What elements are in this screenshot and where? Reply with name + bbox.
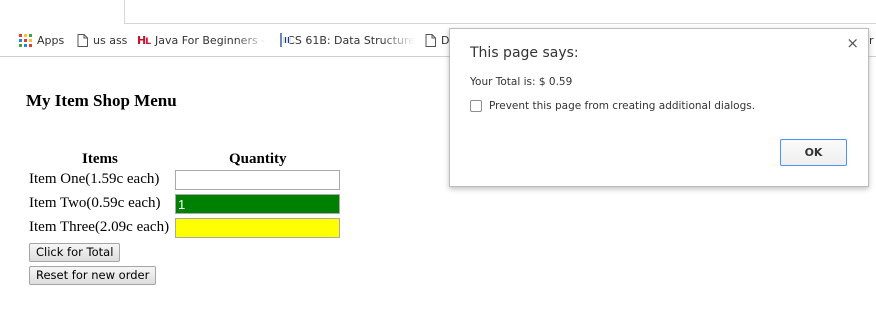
bookmark-java-for-beginners[interactable]: HL Java For Beginners - C [137,32,268,48]
apps-grid-icon [19,33,32,47]
bookmark-label: Java For Beginners - C [154,33,268,47]
ok-button[interactable]: OK [780,139,847,166]
page-title: My Item Shop Menu [26,91,177,110]
bookmark-cs61b[interactable]: CS 61B: Data Structure [280,32,415,48]
item-two-label: Item Two(0.59c each) [29,195,161,211]
item-one-label: Item One(1.59c each) [29,171,160,187]
dialog-title: This page says: [470,45,579,61]
bookmark-d[interactable]: D [425,32,449,48]
item-two-quantity-input[interactable] [175,194,340,214]
prevent-dialogs-option[interactable]: Prevent this page from creating addition… [470,100,755,112]
bookmark-apps[interactable]: Apps [19,32,64,48]
page-icon [77,33,88,47]
prevent-dialogs-label: Prevent this page from creating addition… [489,100,756,112]
bookmark-label: CS 61B: Data Structure [287,33,415,47]
bookmark-label: us ass [93,33,128,47]
reset-order-button[interactable]: Reset for new order [29,266,157,285]
dialog-message: Your Total is: $ 0.59 [470,76,573,88]
tab-strip-edge [124,0,876,24]
bookmark-overflow[interactable]: r [869,32,874,48]
click-for-total-button[interactable]: Click for Total [29,243,121,262]
bookmark-label: r [869,33,874,47]
quantity-column-header: Quantity [229,151,287,167]
cs61b-icon [280,33,292,47]
item-three-label: Item Three(2.09c each) [29,219,170,235]
item-three-quantity-input[interactable] [175,218,340,238]
item-one-quantity-input[interactable] [175,170,340,190]
prevent-dialogs-checkbox[interactable] [470,100,482,112]
alert-dialog: This page says: × Your Total is: $ 0.59 … [449,28,869,187]
bookmark-us-ass[interactable]: us ass [77,32,127,48]
page-icon [425,33,436,47]
hl-icon: HL [137,33,151,47]
bookmark-label: Apps [37,33,65,47]
close-icon[interactable]: × [846,34,859,52]
items-column-header: Items [82,151,118,167]
